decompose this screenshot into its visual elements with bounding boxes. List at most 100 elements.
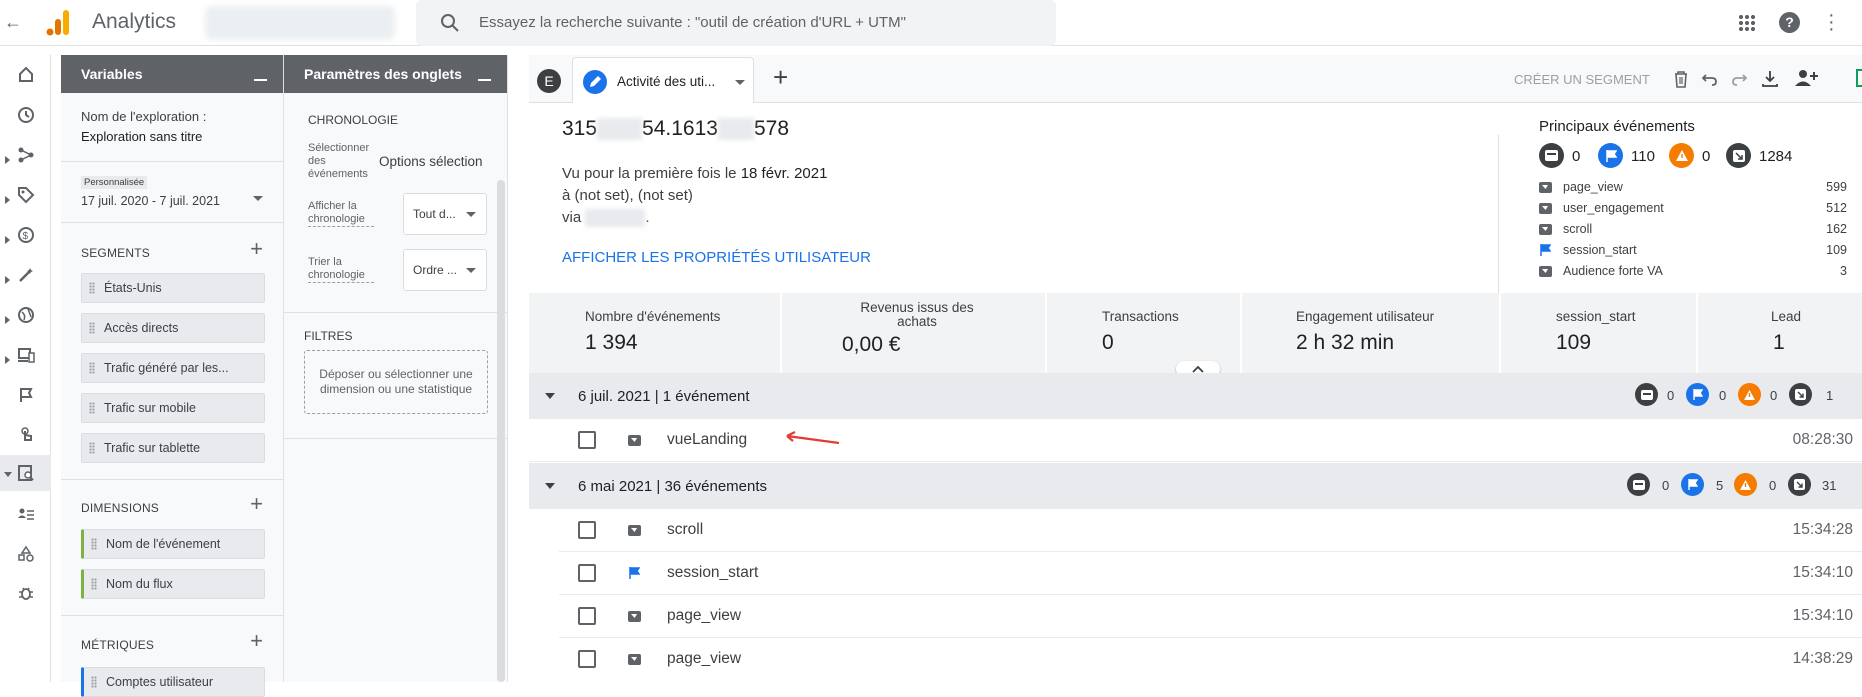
event-icon: [628, 525, 641, 536]
drag-handle-icon[interactable]: [89, 322, 95, 334]
nav-shapes[interactable]: [0, 536, 51, 572]
divider: [61, 615, 283, 616]
segment-chip[interactable]: États-Unis: [81, 273, 265, 303]
event-time: 14:38:29: [1792, 650, 1853, 667]
drag-handle-icon[interactable]: [89, 362, 95, 374]
row-checkbox[interactable]: [578, 650, 596, 668]
back-arrow-icon[interactable]: ←: [4, 12, 22, 32]
show-timeline-dropdown[interactable]: Tout d...: [403, 193, 487, 235]
collapse-arrow-icon[interactable]: [545, 393, 555, 399]
segment-chip[interactable]: Accès directs: [81, 313, 265, 343]
top-event-value: 599: [1826, 180, 1847, 194]
event-row[interactable]: page_view 14:38:29: [559, 638, 1862, 681]
select-events-value[interactable]: Options sélection: [379, 154, 483, 169]
kpi-card: Revenus issus des achats 0,00 €: [782, 293, 1047, 373]
row-checkbox[interactable]: [578, 521, 596, 539]
row-checkbox[interactable]: [578, 431, 596, 449]
date-range-selector[interactable]: Personnalisée 17 juil. 2020 - 7 juil. 20…: [73, 172, 271, 214]
group-count: 5: [1716, 478, 1724, 493]
vertical-divider: [1498, 135, 1499, 313]
apps-grid-icon[interactable]: [1738, 14, 1756, 32]
event-row[interactable]: vueLanding 08:28:30: [529, 419, 1862, 462]
event-row[interactable]: session_start 15:34:10: [559, 552, 1862, 595]
sheet-icon[interactable]: [1856, 69, 1862, 87]
redo-icon[interactable]: [1730, 70, 1748, 88]
top-event-name: page_view: [1563, 180, 1623, 194]
nav-realtime[interactable]: [0, 97, 51, 133]
event-row[interactable]: scroll 15:34:28: [559, 509, 1862, 552]
nav-acquisition[interactable]: [0, 177, 51, 213]
share-user-icon[interactable]: [1794, 68, 1818, 88]
sort-timeline-label: Trier la chronologie: [308, 256, 374, 283]
tab-bar: E Activité des uti... + CRÉER UN SEGMENT: [529, 55, 1862, 103]
delete-icon[interactable]: [1673, 70, 1689, 88]
undo-icon[interactable]: [1701, 70, 1719, 88]
exploration-canvas: E Activité des uti... + CRÉER UN SEGMENT…: [529, 55, 1862, 682]
tab-menu-icon[interactable]: [735, 80, 745, 85]
first-seen-prefix: Vu pour la première fois le: [562, 165, 741, 182]
segment-chip[interactable]: Trafic sur tablette: [81, 433, 265, 463]
nav-conversions[interactable]: [0, 377, 51, 413]
date-group-header[interactable]: 6 mai 2021 | 36 événements 0 5 0 31: [529, 463, 1862, 509]
row-checkbox[interactable]: [578, 564, 596, 582]
more-vert-icon[interactable]: · · ·: [1828, 5, 1835, 39]
nav-tech[interactable]: [0, 337, 51, 373]
add-segment-icon[interactable]: +: [250, 238, 263, 260]
collapse-arrow-icon[interactable]: [545, 483, 555, 489]
sort-timeline-dropdown[interactable]: Ordre ...: [403, 249, 487, 291]
active-tab[interactable]: Activité des uti...: [572, 57, 754, 103]
nav-lifecycle[interactable]: [0, 137, 51, 173]
nav-debug[interactable]: [0, 575, 51, 611]
nav-monetization[interactable]: $: [0, 217, 51, 253]
segment-label: Trafic sur tablette: [104, 441, 201, 455]
event-icon: [1539, 203, 1552, 214]
event-row[interactable]: page_view 15:34:10: [559, 595, 1862, 638]
top-event-name: scroll: [1563, 222, 1593, 236]
segment-chip[interactable]: Trafic généré par les...: [81, 353, 265, 383]
event-icon: [628, 611, 641, 622]
drag-handle-icon[interactable]: [89, 282, 95, 294]
panel-scrollbar[interactable]: [497, 180, 505, 682]
event-name: session_start: [667, 564, 759, 581]
nav-home[interactable]: [0, 56, 51, 92]
top-app-bar: ← Analytics Essayez la recherche suivant…: [0, 0, 1862, 46]
nav-engagement[interactable]: [0, 257, 51, 293]
select-events-label: Sélectionner des événements: [308, 142, 370, 180]
create-segment-button[interactable]: CRÉER UN SEGMENT: [1514, 72, 1650, 87]
account-selector-blurred[interactable]: [205, 6, 395, 40]
drag-handle-icon[interactable]: [89, 442, 95, 454]
date-group-header[interactable]: 6 juil. 2021 | 1 événement 0 0 0 1: [529, 373, 1862, 419]
minimize-icon[interactable]: [254, 79, 267, 81]
filters-drop-zone[interactable]: Déposer ou sélectionner une dimension ou…: [304, 350, 488, 414]
kpi-value: 1 394: [585, 331, 638, 354]
add-dimension-icon[interactable]: +: [250, 493, 263, 515]
kpi-value: 0: [1102, 331, 1114, 354]
drag-handle-icon[interactable]: [91, 578, 97, 590]
nav-audiences[interactable]: [0, 496, 51, 532]
show-user-properties-link[interactable]: AFFICHER LES PROPRIÉTÉS UTILISATEUR: [562, 249, 871, 266]
flag-icon: [19, 388, 33, 402]
drag-handle-icon[interactable]: [89, 402, 95, 414]
nav-touch[interactable]: [0, 417, 51, 453]
event-icon: [1539, 266, 1552, 277]
minimize-icon[interactable]: [478, 79, 491, 81]
drag-handle-icon[interactable]: [91, 538, 97, 550]
row-checkbox[interactable]: [578, 607, 596, 625]
nav-demographics[interactable]: [0, 297, 51, 333]
search-bar[interactable]: Essayez la recherche suivante : "outil d…: [416, 0, 1056, 46]
dimension-chip[interactable]: Nom de l'événement: [81, 529, 265, 559]
kpi-label: session_start: [1556, 309, 1636, 324]
dimension-chip[interactable]: Nom du flux: [81, 569, 265, 599]
exploration-avatar[interactable]: E: [537, 69, 561, 93]
exploration-name-value[interactable]: Exploration sans titre: [81, 129, 202, 144]
add-metric-icon[interactable]: +: [250, 630, 263, 652]
metric-chip[interactable]: Comptes utilisateur: [81, 667, 265, 697]
shapes-icon: [17, 545, 34, 562]
add-tab-icon[interactable]: +: [773, 64, 788, 90]
kpi-card: Engagement utilisateur 2 h 32 min: [1242, 293, 1501, 373]
drag-handle-icon[interactable]: [91, 676, 97, 688]
help-icon[interactable]: ?: [1779, 12, 1800, 33]
dimension-label: Nom du flux: [106, 577, 173, 591]
download-icon[interactable]: [1761, 69, 1779, 87]
segment-chip[interactable]: Trafic sur mobile: [81, 393, 265, 423]
